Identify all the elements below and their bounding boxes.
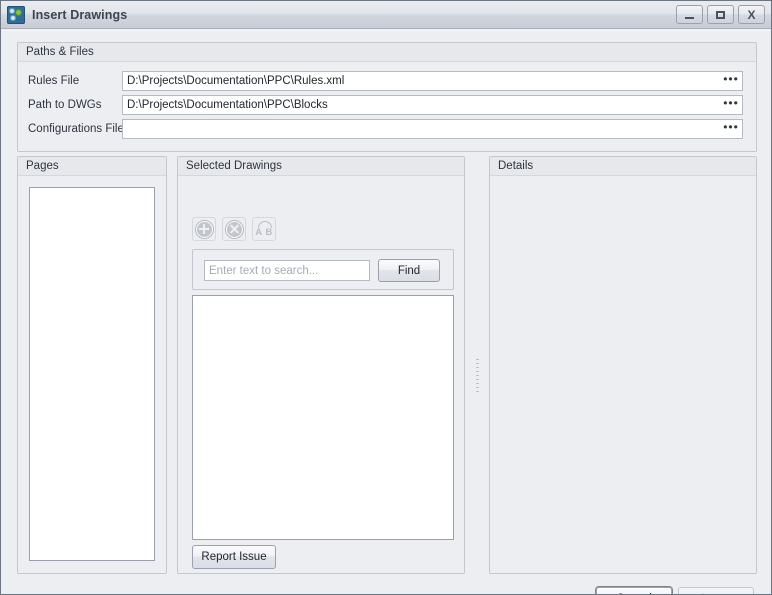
- minimize-icon: [685, 16, 694, 19]
- plus-circle-icon: [195, 220, 213, 238]
- swap-ab-label: A B: [255, 226, 273, 238]
- selected-drawings-list[interactable]: [192, 295, 454, 540]
- maximize-icon: [716, 10, 725, 19]
- details-group: Details: [489, 156, 757, 574]
- rules-file-field[interactable]: •••: [122, 71, 743, 91]
- details-header: Details: [490, 157, 756, 176]
- selected-drawings-group: Selected Drawings A B Find: [177, 156, 465, 574]
- pages-header: Pages: [18, 157, 166, 176]
- path-to-dwgs-row: Path to DWGs •••: [18, 95, 756, 115]
- splitter-grip-icon: [475, 359, 479, 393]
- dialog-body: Paths & Files Rules File ••• Path to DWG…: [1, 30, 771, 594]
- app-icon: [7, 5, 25, 24]
- pages-group: Pages: [17, 156, 167, 574]
- paths-and-files-header: Paths & Files: [18, 43, 756, 62]
- path-to-dwgs-browse-button[interactable]: •••: [720, 96, 742, 114]
- details-content: [491, 177, 755, 572]
- close-button[interactable]: X: [738, 5, 765, 24]
- pages-list[interactable]: [29, 187, 155, 561]
- configurations-file-field[interactable]: •••: [122, 119, 743, 139]
- selected-drawings-header: Selected Drawings: [178, 157, 464, 176]
- swap-ab-icon: A B: [255, 220, 273, 238]
- path-to-dwgs-input[interactable]: [123, 95, 720, 115]
- search-input[interactable]: [204, 260, 370, 281]
- window-controls: X: [676, 5, 765, 24]
- configurations-file-input[interactable]: [123, 119, 720, 139]
- path-to-dwgs-field[interactable]: •••: [122, 95, 743, 115]
- add-drawing-button[interactable]: [192, 217, 216, 241]
- cancel-button[interactable]: Cancel: [596, 587, 672, 594]
- report-issue-button[interactable]: Report Issue: [192, 545, 276, 569]
- rules-file-input[interactable]: [123, 71, 720, 91]
- reorder-drawings-button[interactable]: A B: [252, 217, 276, 241]
- rules-file-label: Rules File: [28, 75, 80, 87]
- rules-file-browse-button[interactable]: •••: [720, 72, 742, 90]
- window-title: Insert Drawings: [32, 7, 128, 22]
- find-button[interactable]: Find: [378, 259, 440, 282]
- paths-and-files-group: Paths & Files Rules File ••• Path to DWG…: [17, 42, 757, 152]
- configurations-file-row: Configurations File •••: [18, 119, 756, 139]
- title-bar: Insert Drawings X: [1, 1, 771, 29]
- search-panel: Find: [192, 249, 454, 290]
- minimize-button[interactable]: [676, 5, 703, 24]
- close-icon: X: [747, 7, 756, 22]
- delete-circle-icon: [225, 220, 243, 238]
- panel-splitter[interactable]: [471, 331, 483, 421]
- configurations-file-browse-button[interactable]: •••: [720, 120, 742, 138]
- insert-button[interactable]: Insert: [678, 587, 754, 594]
- path-to-dwgs-label: Path to DWGs: [28, 99, 102, 111]
- insert-drawings-dialog: Insert Drawings X Paths & Files Rules Fi…: [0, 0, 772, 595]
- rules-file-row: Rules File •••: [18, 71, 756, 91]
- remove-drawing-button[interactable]: [222, 217, 246, 241]
- configurations-file-label: Configurations File: [28, 123, 124, 135]
- maximize-button[interactable]: [707, 5, 734, 24]
